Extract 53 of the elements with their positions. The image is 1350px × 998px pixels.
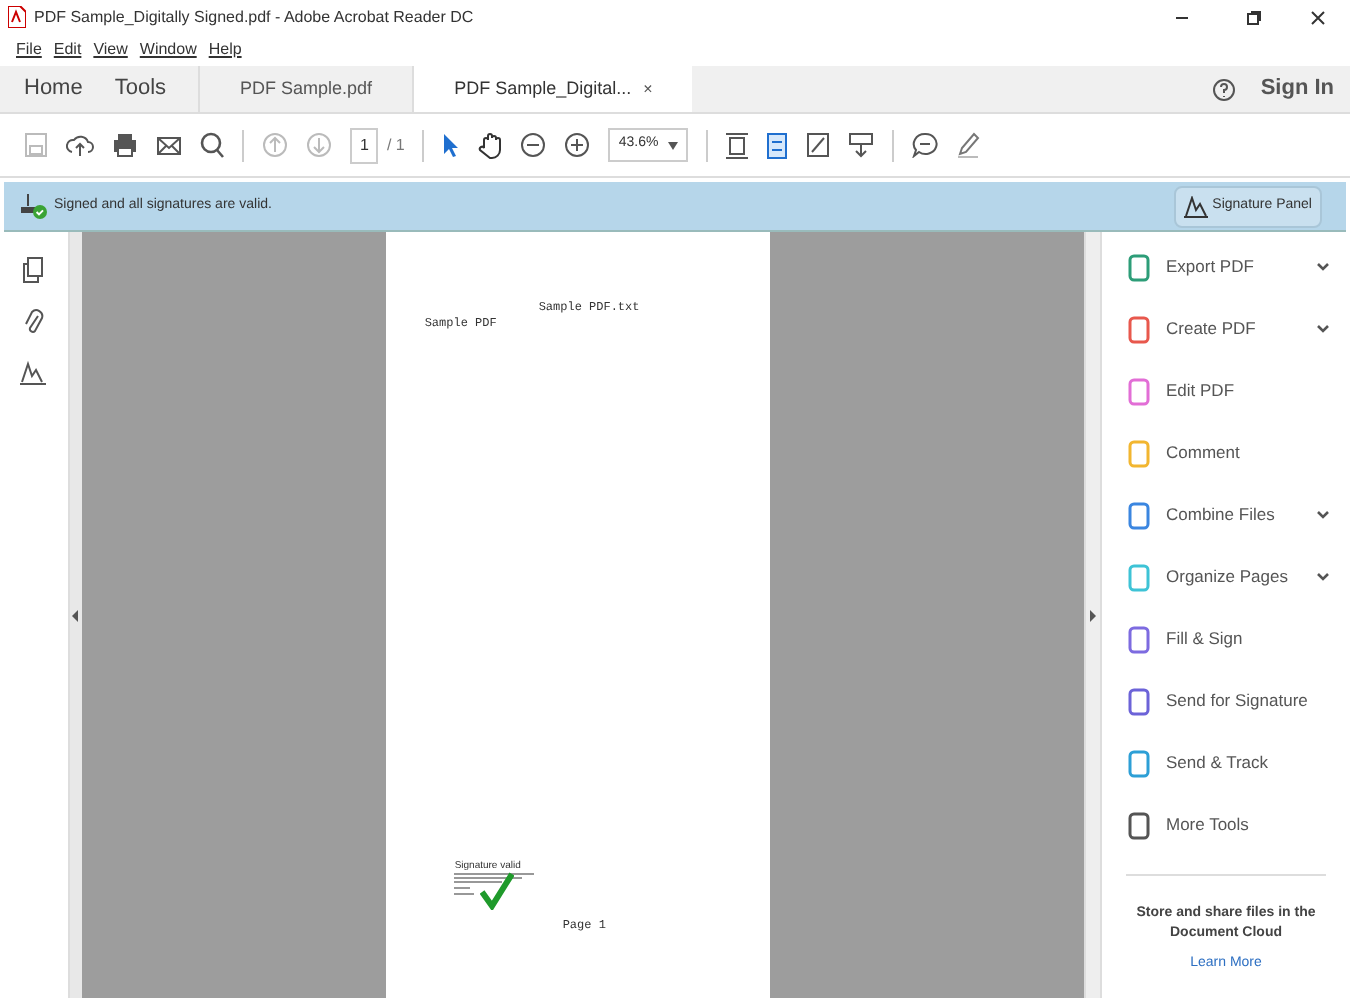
help-icon[interactable]: [1212, 77, 1237, 101]
tool-item[interactable]: Edit PDF: [1126, 360, 1330, 422]
page-number-field[interactable]: 1: [350, 127, 379, 163]
chevron-icon[interactable]: [1316, 324, 1330, 334]
signature-valid-icon: [20, 192, 48, 220]
pages-icon[interactable]: [22, 256, 45, 284]
nav-tab[interactable]: Home: [24, 72, 83, 106]
collapse-arrow-icon[interactable]: [72, 609, 79, 621]
restore-icon[interactable]: [1246, 9, 1262, 25]
tool-item[interactable]: Send for Signature: [1126, 670, 1330, 732]
expand-arrow-icon[interactable]: [1090, 609, 1097, 621]
pdf-file-icon: [8, 6, 26, 28]
page-count: / 1: [386, 133, 405, 157]
chevron-icon[interactable]: [1316, 572, 1330, 582]
hand-icon[interactable]: [478, 131, 503, 159]
document-tab[interactable]: PDF Sample_Digital... ×: [414, 66, 693, 112]
menu-item[interactable]: File: [16, 38, 42, 62]
tool-item[interactable]: Comment: [1126, 422, 1330, 484]
tool-item[interactable]: Fill & Sign: [1126, 608, 1330, 670]
zoom-in-icon[interactable]: [564, 132, 591, 158]
chevron-icon[interactable]: [1316, 510, 1330, 520]
menu-item[interactable]: Edit: [53, 38, 82, 62]
menu-item[interactable]: Window: [139, 38, 197, 62]
tool-item[interactable]: Export PDF: [1126, 236, 1330, 298]
mail-icon[interactable]: [156, 133, 182, 157]
pointer-icon[interactable]: [442, 132, 461, 158]
full-screen-icon[interactable]: [806, 132, 831, 158]
checkmark-icon: [480, 872, 515, 910]
fit-page-icon[interactable]: [726, 131, 749, 159]
comment-icon[interactable]: [912, 132, 939, 158]
search-icon[interactable]: [200, 132, 224, 158]
tool-item[interactable]: Send & Track: [1126, 732, 1330, 794]
print-icon[interactable]: [112, 132, 138, 158]
signature-icon: [1184, 195, 1209, 217]
signature-icon[interactable]: [20, 360, 47, 386]
menu-item[interactable]: View: [93, 38, 128, 62]
chevron-icon[interactable]: [1316, 262, 1330, 272]
close-icon[interactable]: [1310, 9, 1326, 25]
menu-item[interactable]: Help: [208, 38, 242, 62]
caret-icon: [668, 141, 679, 149]
tool-item[interactable]: More Tools: [1126, 794, 1330, 856]
sign-in-button[interactable]: Sign In: [1260, 72, 1334, 106]
tool-item[interactable]: Create PDF: [1126, 298, 1330, 360]
scroll-mode-icon[interactable]: [766, 131, 789, 159]
pen-icon[interactable]: [956, 132, 981, 158]
tool-item[interactable]: Combine Files: [1126, 484, 1330, 546]
tab-close-button[interactable]: ×: [643, 77, 653, 101]
window-title: PDF Sample_Digitally Signed.pdf - Adobe Acrobat Reader DC: [34, 5, 474, 29]
tool-item[interactable]: Organize Pages: [1126, 546, 1330, 608]
zoom-out-icon[interactable]: [520, 132, 547, 158]
paperclip-icon[interactable]: [23, 308, 44, 336]
nav-tab[interactable]: Tools: [114, 72, 167, 106]
cloud-upload-icon[interactable]: [66, 132, 94, 158]
